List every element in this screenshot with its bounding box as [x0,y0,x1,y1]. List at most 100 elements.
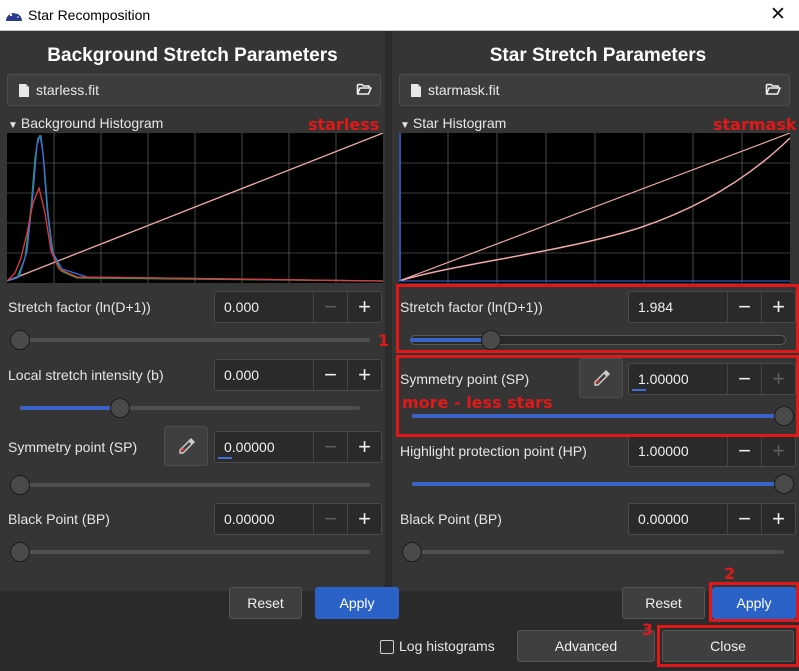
bg-black-point-slider[interactable] [10,542,370,562]
plus-icon[interactable]: + [347,432,381,462]
bg-black-point-value[interactable]: 0.00000 [224,511,275,527]
starmask-annotation: starmask [713,115,797,134]
star-sp-picker-button[interactable] [579,358,623,398]
bg-symmetry-point-spin[interactable]: 0.00000 − + [214,431,382,463]
stretch-factor-label: Stretch factor (ln(D+1)) [8,299,151,315]
symmetry-point-label: Symmetry point (SP) [8,439,138,455]
annotation-marker-1: 1 [378,331,390,350]
bg-black-point-spin[interactable]: 0.00000 − + [214,503,382,535]
stretch-factor-label: Stretch factor (ln(D+1)) [400,299,543,315]
star-symmetry-point-value[interactable]: 1.00000 [638,371,689,387]
background-histogram-toggle[interactable]: ▼ Background Histogram [8,115,163,131]
bg-stretch-factor-value[interactable]: 0.000 [224,299,259,315]
symmetry-point-label: Symmetry point (SP) [400,371,530,387]
open-folder-button[interactable] [350,77,378,103]
log-histograms-label[interactable]: Log histograms [399,638,495,654]
starless-file-name: starless.fit [36,82,100,98]
minus-icon[interactable]: − [727,504,761,534]
star-stretch-factor-spin[interactable]: 1.984 − + [628,291,796,323]
more-less-stars-annotation: more - less stars [402,393,553,412]
folder-open-icon [356,83,372,95]
star-stretch-factor-value[interactable]: 1.984 [638,299,673,315]
background-stretch-panel: Background Stretch Parameters starless.f… [0,31,385,591]
bg-reset-button[interactable]: Reset [229,587,302,619]
minus-icon[interactable]: − [313,292,347,322]
star-black-point-value[interactable]: 0.00000 [638,511,689,527]
star-stretch-panel: Star Stretch Parameters starmask.fit ▼ St… [392,31,799,591]
star-symmetry-point-spin[interactable]: 1.00000 − + [628,363,796,395]
open-folder-button[interactable] [759,77,787,103]
plus-icon[interactable]: + [761,292,795,322]
star-stretch-factor-slider[interactable] [410,330,786,350]
file-icon [411,84,421,97]
starless-annotation: starless [308,115,380,134]
star-histogram-toggle[interactable]: ▼ Star Histogram [400,115,506,131]
star-black-point-slider[interactable] [402,542,784,562]
log-histograms-checkbox[interactable] [380,640,394,654]
plus-icon[interactable]: + [761,436,795,466]
local-stretch-label: Local stretch intensity (b) [8,367,164,383]
slider-handle[interactable] [481,330,501,350]
plus-icon[interactable]: + [761,504,795,534]
star-highlight-protection-spin[interactable]: 1.00000 − + [628,435,796,467]
black-point-label: Black Point (BP) [8,511,110,527]
bg-symmetry-point-value[interactable]: 0.00000 [224,439,275,455]
slider-handle[interactable] [110,398,130,418]
plus-icon[interactable]: + [347,292,381,322]
star-histogram [399,133,790,283]
folder-open-icon [765,83,781,95]
eyedropper-icon [594,370,610,386]
close-button[interactable]: Close [662,630,794,662]
star-histogram-title: Star Histogram [412,115,507,131]
minus-icon[interactable]: − [727,364,761,394]
slider-handle[interactable] [10,542,30,562]
bg-stretch-factor-slider[interactable] [10,330,370,350]
background-histogram-plot [7,133,383,283]
plus-icon[interactable]: + [347,360,381,390]
collapse-triangle-icon: ▼ [8,120,18,131]
star-black-point-spin[interactable]: 0.00000 − + [628,503,796,535]
title-bar: Star Recomposition ✕ [0,0,799,31]
bg-stretch-factor-spin[interactable]: 0.000 − + [214,291,382,323]
collapse-triangle-icon: ▼ [400,120,410,131]
slider-handle[interactable] [402,542,422,562]
window-title: Star Recomposition [28,7,151,23]
background-stretch-heading: Background Stretch Parameters [47,45,338,66]
background-histogram [7,133,383,283]
starless-file-chooser[interactable]: starless.fit [7,74,381,106]
minus-icon[interactable]: − [727,436,761,466]
bg-apply-button[interactable]: Apply [315,587,399,619]
bg-local-stretch-value[interactable]: 0.000 [224,367,259,383]
starmask-file-chooser[interactable]: starmask.fit [399,74,790,106]
star-histogram-plot [399,133,790,283]
annotation-marker-2: 2 [724,564,736,583]
annotation-marker-3: 3 [642,620,654,639]
plus-icon[interactable]: + [347,504,381,534]
star-reset-button[interactable]: Reset [622,587,705,619]
bg-local-stretch-slider[interactable] [20,398,360,418]
close-icon[interactable]: ✕ [765,3,791,27]
black-point-label: Black Point (BP) [400,511,502,527]
star-stretch-heading: Star Stretch Parameters [489,45,707,66]
slider-handle[interactable] [774,406,794,426]
minus-icon[interactable]: − [727,292,761,322]
star-highlight-protection-value[interactable]: 1.00000 [638,443,689,459]
slider-handle[interactable] [10,475,30,495]
star-highlight-protection-slider[interactable] [412,474,794,494]
file-icon [19,84,29,97]
minus-icon[interactable]: − [313,432,347,462]
bg-local-stretch-spin[interactable]: 0.000 − + [214,359,382,391]
background-histogram-title: Background Histogram [20,115,164,131]
eyedropper-icon [179,438,195,454]
siril-app-icon [6,12,22,21]
bg-symmetry-point-slider[interactable] [10,475,370,495]
slider-handle[interactable] [774,474,794,494]
star-apply-button[interactable]: Apply [712,587,796,619]
minus-icon[interactable]: − [313,504,347,534]
advanced-button[interactable]: Advanced [517,630,655,662]
plus-icon[interactable]: + [761,364,795,394]
value-underline [218,457,232,459]
slider-handle[interactable] [10,330,30,350]
bg-sp-picker-button[interactable] [164,426,208,466]
minus-icon[interactable]: − [313,360,347,390]
